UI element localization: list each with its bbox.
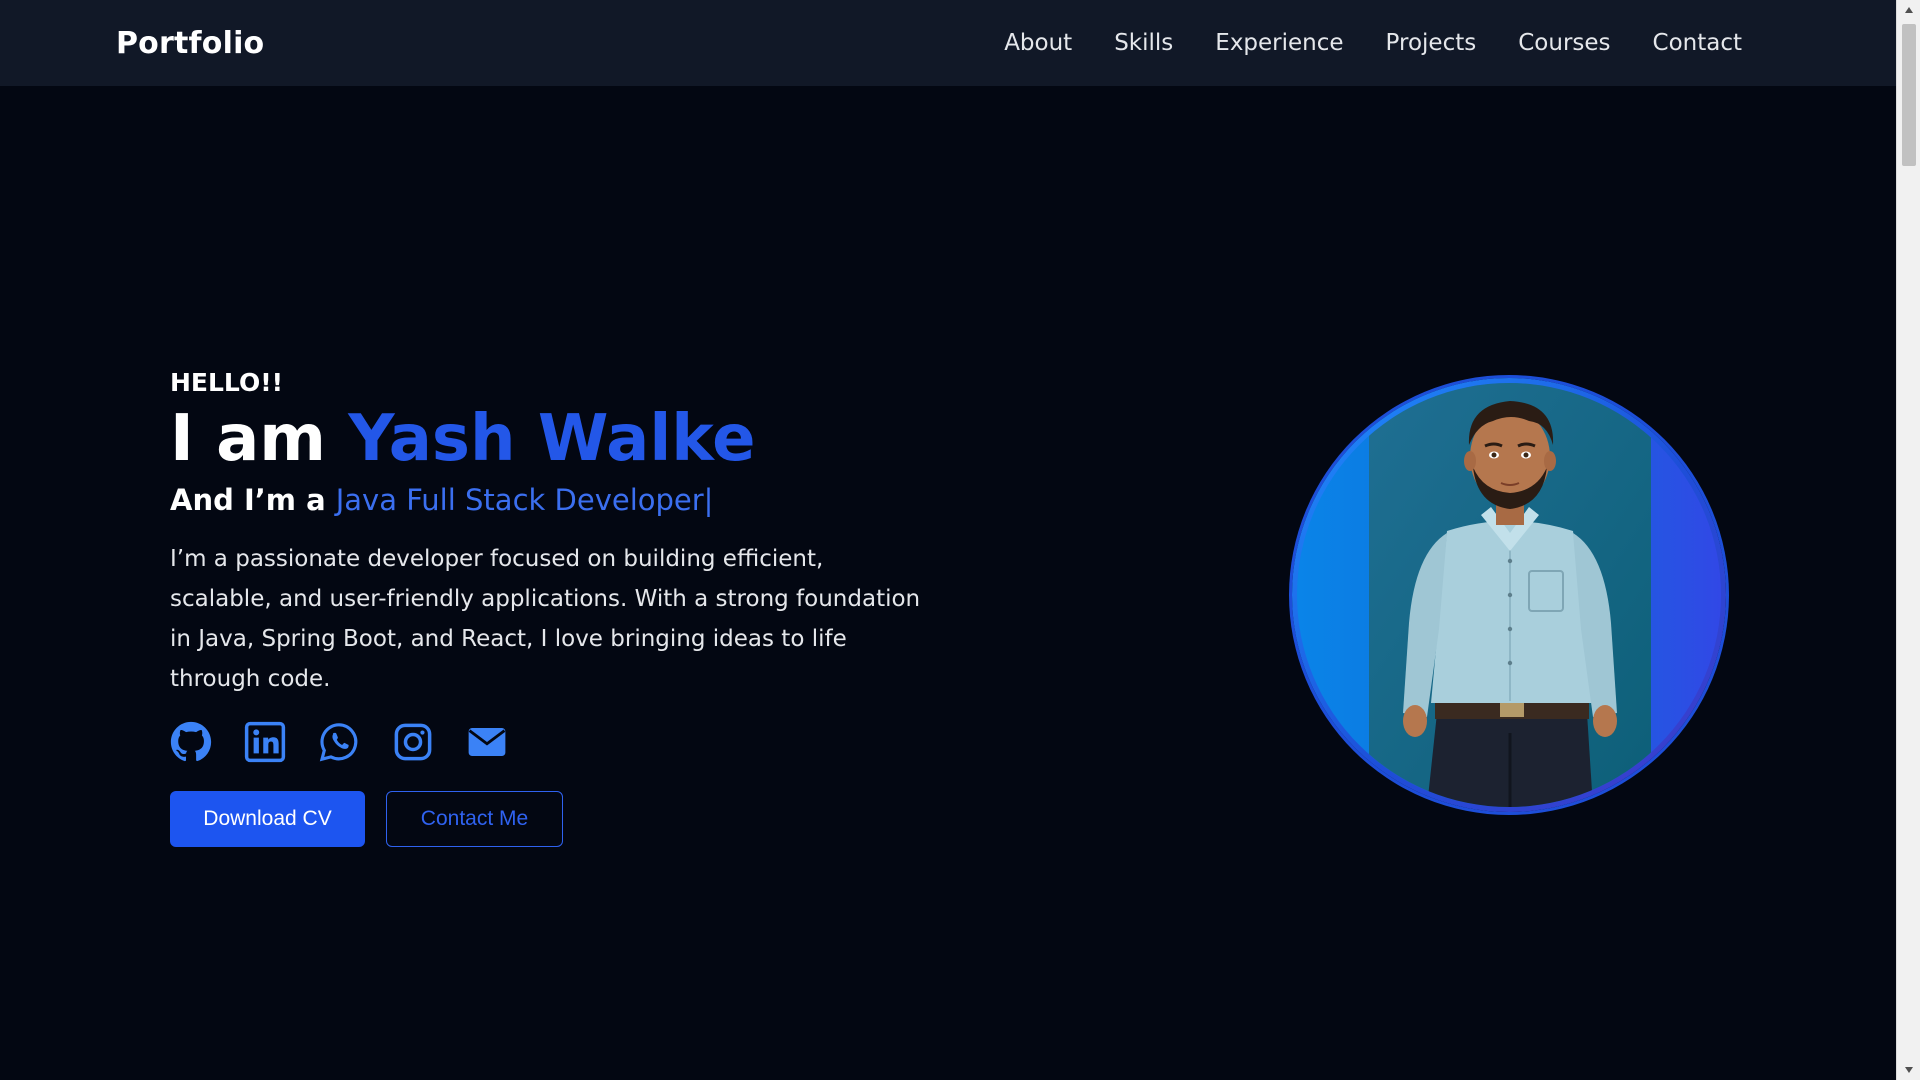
role-prefix: And I’m a	[170, 483, 336, 517]
avatar	[1292, 378, 1726, 812]
nav-link-experience[interactable]: Experience	[1215, 30, 1343, 56]
bio-text: I’m a passionate developer focused on bu…	[170, 546, 921, 692]
nav-links: About Skills Experience Projects Courses…	[1004, 30, 1742, 56]
brand-logo[interactable]: Portfolio	[116, 26, 264, 61]
greeting: HELLO!!	[170, 368, 284, 397]
github-icon[interactable]	[170, 721, 212, 763]
typing-cursor: |	[703, 483, 714, 517]
nav-link-projects[interactable]: Projects	[1386, 30, 1477, 56]
navbar: Portfolio About Skills Experience Projec…	[0, 0, 1896, 86]
headline-prefix: I am	[170, 402, 349, 476]
hero-name: Yash Walke	[348, 402, 756, 476]
linkedin-icon[interactable]	[244, 721, 286, 763]
whatsapp-icon[interactable]	[318, 721, 360, 763]
nav-link-courses[interactable]: Courses	[1518, 30, 1610, 56]
role-line: And I’m a Java Full Stack Developer|	[170, 483, 950, 517]
mail-icon[interactable]	[466, 721, 508, 763]
social-links	[170, 721, 950, 763]
instagram-icon[interactable]	[392, 721, 434, 763]
avatar-illustration	[1297, 383, 1721, 807]
scroll-down-arrow-icon[interactable]	[1897, 1060, 1920, 1080]
scroll-thumb[interactable]	[1902, 24, 1916, 166]
nav-link-contact[interactable]: Contact	[1653, 30, 1742, 56]
typed-role: Java Full Stack Developer	[335, 483, 704, 517]
contact-me-button[interactable]: Contact Me	[386, 791, 563, 847]
nav-link-about[interactable]: About	[1004, 30, 1072, 56]
page-scrollbar[interactable]	[1896, 0, 1920, 1080]
hero-section: HELLO!! I am Yash Walke And I’m a Java F…	[170, 368, 950, 847]
page: Portfolio About Skills Experience Projec…	[0, 0, 1920, 1080]
headline: I am Yash Walke	[170, 403, 950, 475]
scroll-up-arrow-icon[interactable]	[1897, 0, 1920, 20]
cta-buttons: Download CV Contact Me	[170, 791, 950, 847]
nav-link-skills[interactable]: Skills	[1114, 30, 1173, 56]
download-cv-button[interactable]: Download CV	[170, 791, 365, 847]
